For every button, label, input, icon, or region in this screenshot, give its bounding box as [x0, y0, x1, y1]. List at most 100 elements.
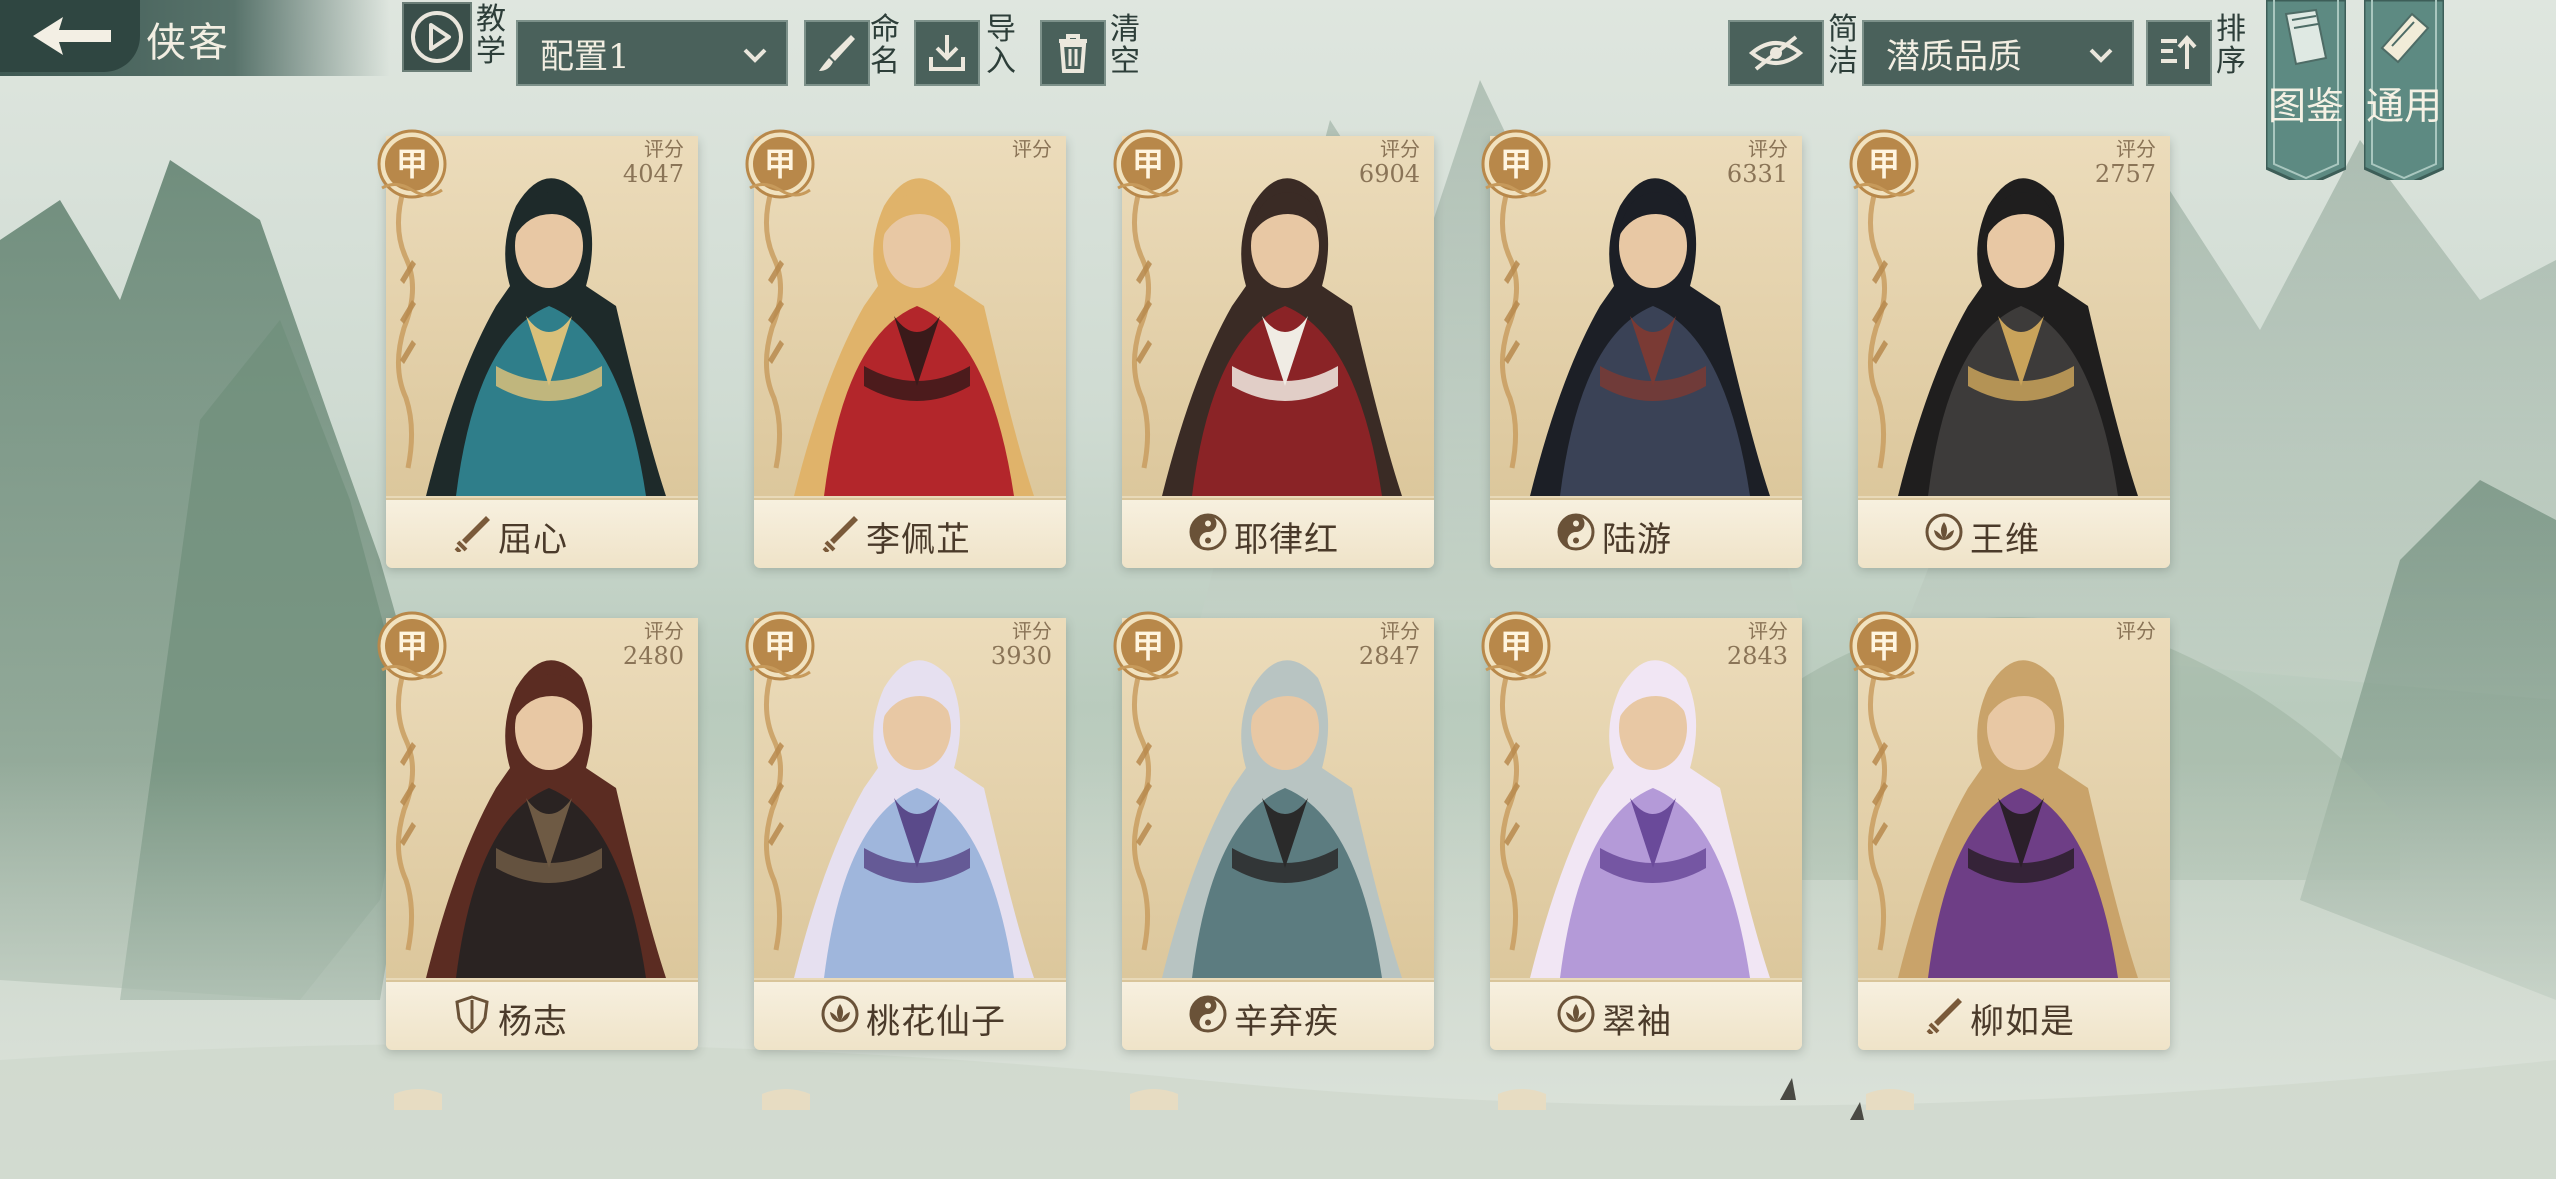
score-value: 2480 [622, 642, 684, 670]
hero-card[interactable]: 李佩芷 甲 评分 [745, 128, 1066, 568]
sort-order-button[interactable] [2146, 20, 2212, 86]
sword-icon [1926, 998, 1962, 1034]
score-label: 评分 [1012, 137, 1052, 161]
grade-text: 甲 [395, 145, 428, 183]
back-arrow-icon [33, 17, 111, 55]
next-row-edge [394, 1089, 1914, 1110]
card-ribbon [1867, 188, 1888, 469]
hero-name: 翠袖 [1602, 1002, 1672, 1042]
grade-text: 甲 [1131, 145, 1164, 183]
top-bar: 侠客 教学 配置1 命名 导入 清空 简洁 潜质品质 排序 图鉴 通用 [0, 0, 2556, 180]
hero-name: 辛弃疾 [1234, 1002, 1339, 1042]
sort-select[interactable]: 潜质品质 [1862, 20, 2134, 86]
import-button[interactable] [914, 20, 980, 86]
page-title: 侠客 [146, 20, 230, 66]
catalog-tab[interactable]: 图鉴 [2266, 0, 2346, 180]
score-label: 评分 [1748, 619, 1788, 643]
hero-card[interactable]: 王维 甲 评分 2757 [1849, 128, 2170, 568]
clear-button[interactable] [1040, 20, 1106, 86]
grade-text: 甲 [763, 145, 796, 183]
card-ribbon [395, 670, 416, 951]
hero-name: 柳如是 [1970, 1002, 2075, 1042]
score-value: 2843 [1726, 642, 1788, 670]
trash-icon [1059, 34, 1087, 73]
yinyang-icon [1189, 995, 1227, 1033]
sort-order-label: 排序 [2216, 12, 2246, 79]
hero-card[interactable]: 桃花仙子 甲 评分 3930 [745, 610, 1066, 1050]
hero-card[interactable]: 屈心 甲 评分 4047 [377, 128, 698, 568]
card-ribbon [763, 188, 784, 469]
tutorial-button[interactable] [402, 2, 474, 74]
yinyang-icon [1189, 513, 1227, 551]
hero-name: 屈心 [498, 520, 568, 560]
chevron-down-icon [2089, 48, 2113, 63]
lotus-icon [1925, 513, 1963, 551]
grade-text: 甲 [763, 627, 796, 665]
hero-name: 王维 [1970, 520, 2040, 560]
hero-card[interactable]: 杨志 甲 评分 2480 [377, 610, 698, 1050]
general-label: 通用 [2365, 84, 2442, 128]
back-button[interactable] [0, 0, 140, 72]
grade-text: 甲 [1867, 627, 1900, 665]
rename-button[interactable] [804, 20, 870, 86]
sort-select-value: 潜质品质 [1886, 36, 2022, 77]
sword-icon [454, 516, 490, 552]
sword-icon [822, 516, 858, 552]
score-label: 评分 [1748, 137, 1788, 161]
hero-card[interactable]: 陆游 甲 评分 6331 [1481, 128, 1802, 568]
brush-icon [819, 35, 855, 71]
yinyang-icon [1557, 513, 1595, 551]
eye-slash-icon [1748, 35, 1804, 71]
score-value: 2847 [1358, 642, 1420, 670]
card-ribbon [1131, 670, 1152, 951]
grade-text: 甲 [1499, 627, 1532, 665]
book-icon [2284, 8, 2328, 66]
simple-mode-label: 简洁 [1828, 12, 1858, 79]
hero-name: 李佩芷 [866, 520, 971, 560]
score-label: 评分 [644, 137, 684, 161]
score-value: 6331 [1726, 160, 1788, 188]
hero-name: 桃花仙子 [866, 1002, 1006, 1042]
title-banner: 侠客 [0, 0, 390, 76]
grade-text: 甲 [395, 627, 428, 665]
config-select[interactable]: 配置1 [516, 20, 788, 86]
score-label: 评分 [1380, 619, 1420, 643]
play-icon [411, 11, 463, 63]
lotus-icon [821, 995, 859, 1033]
score-value: 2757 [2094, 160, 2156, 188]
grade-text: 甲 [1499, 145, 1532, 183]
card-ribbon [1499, 188, 1520, 469]
hero-card[interactable]: 辛弃疾 甲 评分 2847 [1113, 610, 1434, 1050]
score-label: 评分 [2116, 137, 2156, 161]
card-ribbon [763, 670, 784, 951]
lotus-icon [1557, 995, 1595, 1033]
catalog-label: 图鉴 [2267, 84, 2344, 128]
score-label: 评分 [644, 619, 684, 643]
shield-icon [455, 995, 489, 1034]
simple-mode-button[interactable] [1728, 20, 1824, 86]
chevron-down-icon [743, 48, 767, 63]
hero-name: 耶律红 [1234, 520, 1339, 560]
card-ribbon [1499, 670, 1520, 951]
grade-text: 甲 [1131, 627, 1164, 665]
grade-text: 甲 [1867, 145, 1900, 183]
score-label: 评分 [1380, 137, 1420, 161]
card-ribbon [1131, 188, 1152, 469]
score-value: 4047 [622, 160, 684, 188]
hero-card[interactable]: 柳如是 甲 评分 [1849, 610, 2170, 1050]
hero-card[interactable]: 耶律红 甲 评分 6904 [1113, 128, 1434, 568]
rename-label: 命名 [870, 12, 900, 79]
score-value: 6904 [1358, 160, 1420, 188]
score-label: 评分 [1012, 619, 1052, 643]
card-ribbon [395, 188, 416, 469]
general-tab[interactable]: 通用 [2364, 0, 2444, 180]
tutorial-icon-box [402, 2, 472, 72]
config-select-value: 配置1 [540, 36, 630, 77]
tutorial-label: 教学 [476, 2, 506, 69]
score-value: 3930 [990, 642, 1052, 670]
sort-icon [2161, 34, 2197, 69]
card-ribbon [1867, 670, 1888, 951]
hero-name: 陆游 [1602, 520, 1672, 560]
hero-card[interactable]: 翠袖 甲 评分 2843 [1481, 610, 1802, 1050]
import-label: 导入 [986, 12, 1016, 79]
